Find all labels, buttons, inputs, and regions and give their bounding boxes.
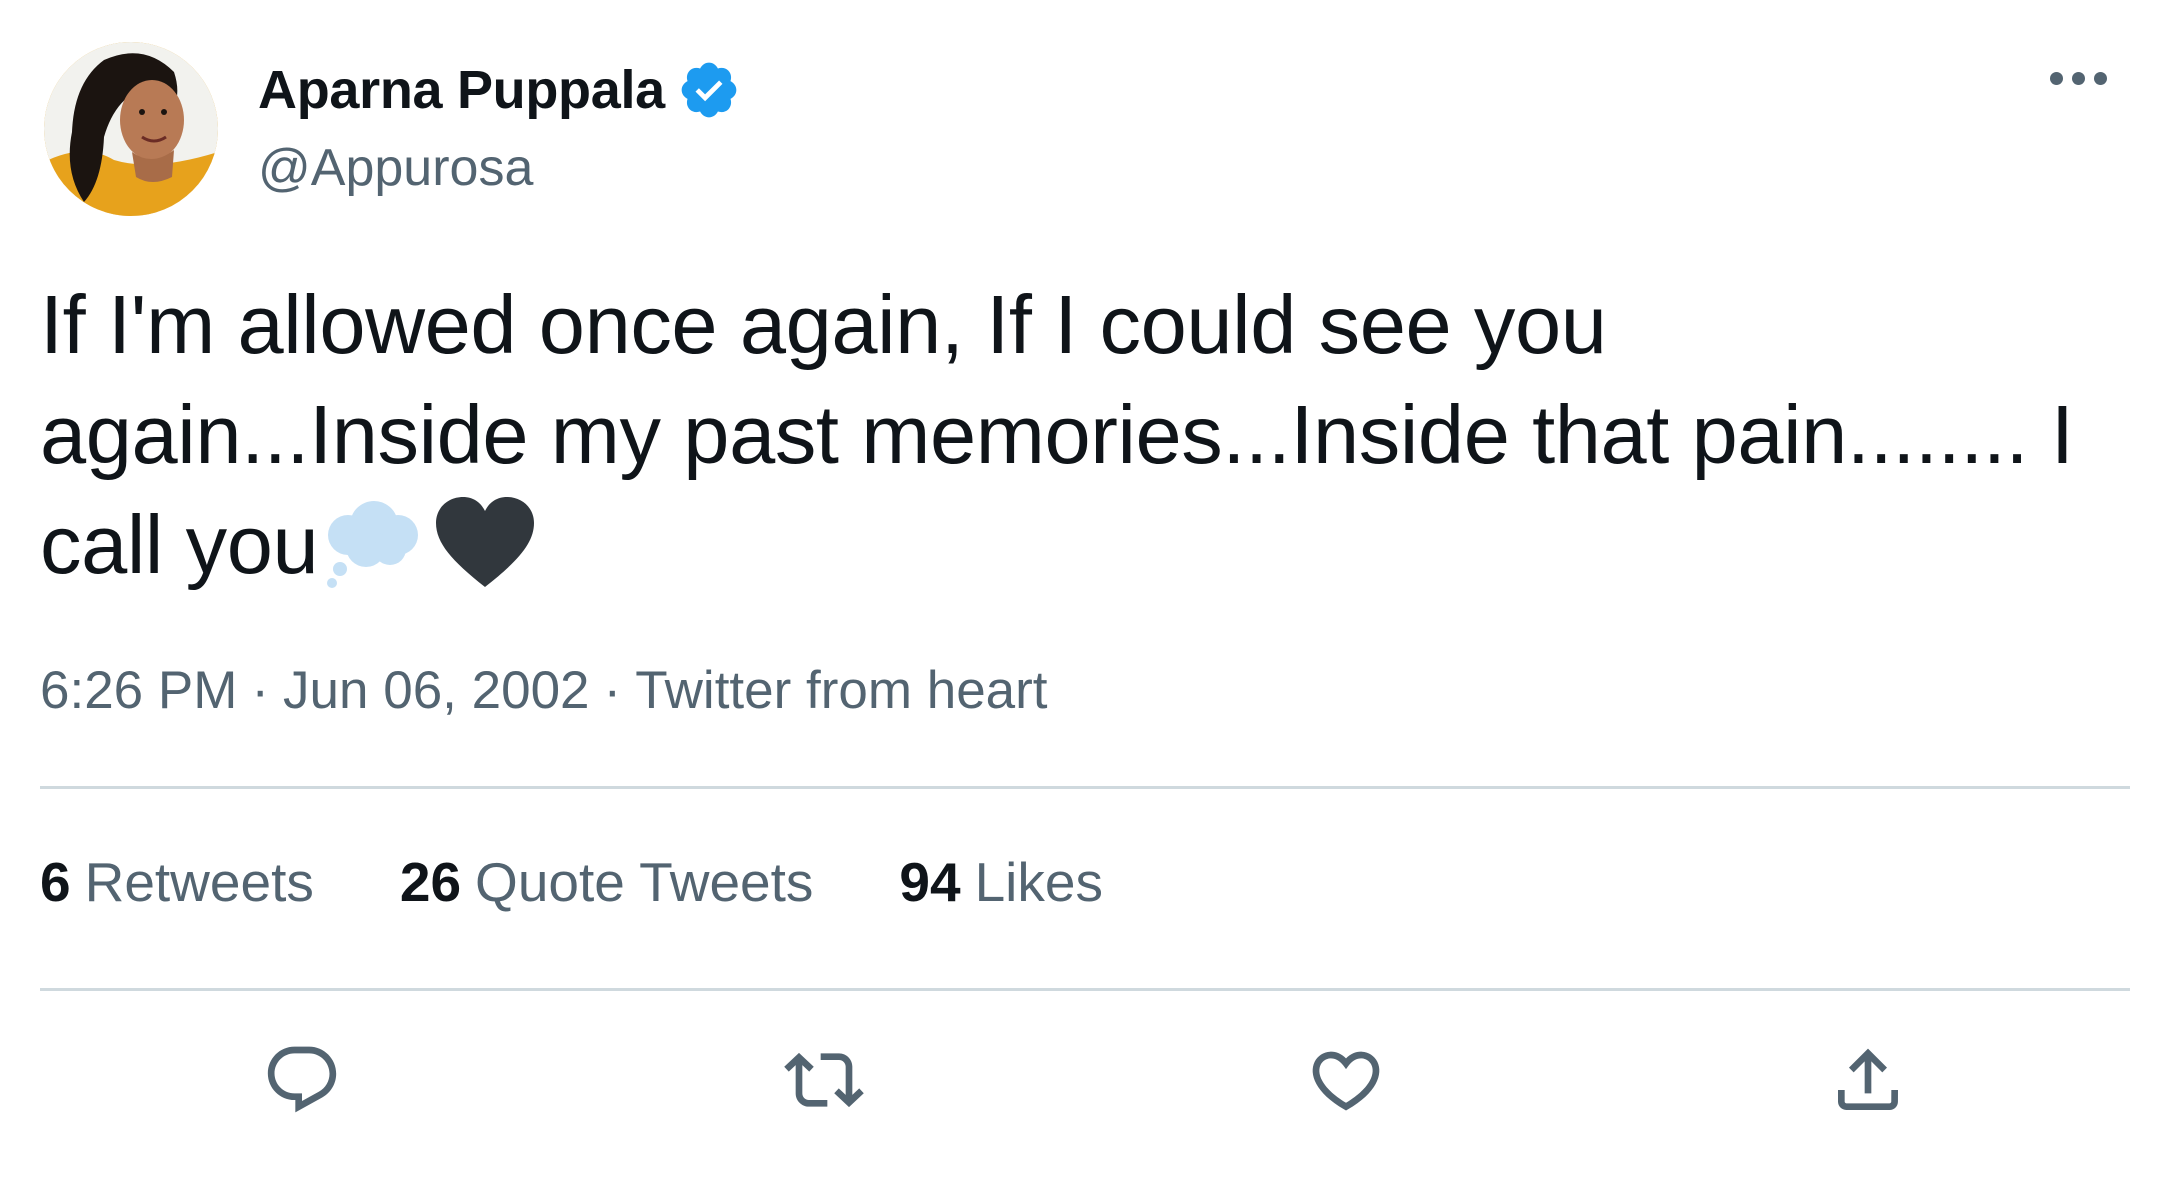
retweets-stat[interactable]: 6 Retweets <box>40 850 314 914</box>
display-name[interactable]: Aparna Puppala <box>258 59 665 121</box>
tweet-time[interactable]: 6:26 PM <box>40 661 237 720</box>
likes-label: Likes <box>974 851 1103 913</box>
more-dot <box>2093 71 2107 85</box>
more-dot <box>2049 71 2063 85</box>
verified-badge-icon <box>677 58 741 122</box>
retweets-count: 6 <box>40 851 71 913</box>
quote-tweets-stat[interactable]: 26 Quote Tweets <box>400 850 814 914</box>
share-button[interactable] <box>1828 1040 1908 1120</box>
more-options-icon[interactable] <box>2042 56 2114 100</box>
share-icon <box>1838 1048 1898 1110</box>
retweets-label: Retweets <box>84 851 314 913</box>
tweet-source[interactable]: Twitter from heart <box>635 661 1047 720</box>
more-dot <box>2071 71 2085 85</box>
retweet-icon <box>784 1052 864 1108</box>
tweet-text-line: If I'm allowed once again, If I could se… <box>40 278 1607 371</box>
like-button[interactable] <box>1306 1040 1386 1120</box>
divider <box>40 988 2130 991</box>
retweet-button[interactable] <box>784 1040 864 1120</box>
tweet-actions <box>0 1040 2158 1120</box>
tweet-date[interactable]: Jun 06, 2002 <box>283 661 589 720</box>
quotes-count: 26 <box>399 851 462 913</box>
likes-stat[interactable]: 94 Likes <box>899 850 1103 914</box>
meta-separator: · <box>603 661 622 720</box>
meta-separator: · <box>251 661 270 720</box>
tweet-text-line: call you <box>40 498 319 591</box>
reply-button[interactable] <box>262 1040 342 1120</box>
quotes-label: Quote Tweets <box>475 851 814 913</box>
black-heart-emoji-icon <box>432 495 538 591</box>
tweet-stats: 6 Retweets 26 Quote Tweets 94 Likes <box>40 850 1189 914</box>
display-name-row: Aparna Puppala <box>258 56 741 124</box>
like-icon <box>1312 1051 1380 1111</box>
reply-icon <box>267 1046 337 1113</box>
user-handle[interactable]: @Appurosa <box>258 138 533 198</box>
tweet-text: If I'm allowed once again, If I could se… <box>40 270 2130 600</box>
avatar[interactable] <box>44 42 218 216</box>
tweet-text-line-last: call you <box>40 490 2130 600</box>
thought-balloon-emoji-icon <box>318 495 426 591</box>
likes-count: 94 <box>899 851 961 913</box>
tweet-text-line: again...Inside my past memories...Inside… <box>40 388 2074 481</box>
tweet-meta: 6:26 PM · Jun 06, 2002 · Twitter from heart <box>40 660 1048 721</box>
divider <box>40 786 2130 789</box>
tweet-card: Aparna Puppala @Appurosa If I'm allowed … <box>0 0 2158 1202</box>
